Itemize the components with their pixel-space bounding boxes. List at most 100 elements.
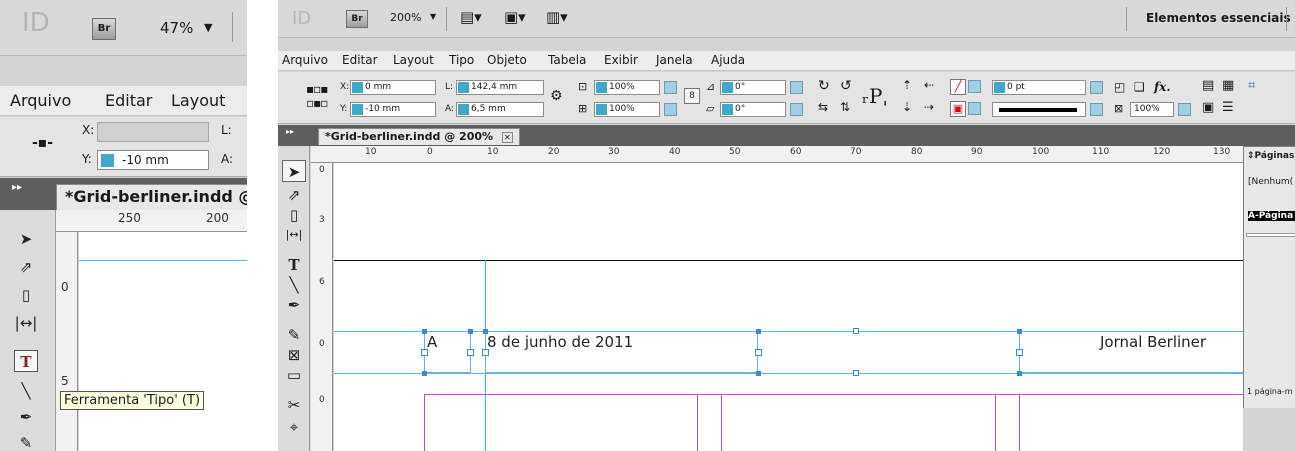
y-field[interactable]: -10 mm [97, 150, 209, 170]
selection-handle[interactable] [467, 349, 474, 356]
selection-handle[interactable] [482, 349, 489, 356]
menu-editar[interactable]: Editar [342, 53, 378, 67]
scale-x-field[interactable]: 100% [594, 80, 660, 95]
document-tab[interactable]: *Grid-berliner.indd @ 200% ✕ [318, 128, 520, 145]
panel-divider[interactable] [1246, 233, 1295, 237]
selection-handle[interactable] [1017, 371, 1022, 376]
spinner-icon[interactable] [722, 82, 733, 93]
panel-collapse-icon[interactable]: ▸▸ [12, 182, 22, 193]
stroke-weight-dropdown[interactable] [1090, 81, 1103, 94]
flip-horizontal-icon[interactable]: ⇆ [818, 100, 828, 114]
select-next-icon[interactable]: ⇢ [924, 100, 934, 114]
panel-toggle-icon[interactable]: ⇕ [1244, 151, 1255, 161]
pen-tool-icon[interactable]: ✒ [282, 294, 306, 316]
selection-handle[interactable] [422, 329, 427, 334]
shear-dropdown[interactable] [790, 103, 803, 116]
fill-dropdown[interactable] [968, 80, 981, 93]
selection-handle[interactable] [468, 329, 473, 334]
horizontal-ruler[interactable]: 10 0 10 20 30 40 50 60 70 80 90 100 110 … [311, 146, 1243, 163]
frame-letter[interactable]: A [427, 333, 437, 351]
rectangle-frame-tool-icon[interactable]: ⊠ [282, 344, 306, 366]
stroke-dropdown[interactable] [968, 102, 981, 115]
selection-handle[interactable] [421, 349, 428, 356]
rotate-ccw-icon[interactable]: ↺ [840, 78, 852, 94]
selection-handle[interactable] [1017, 329, 1022, 334]
bridge-button[interactable]: Br [92, 18, 116, 40]
selection-handle[interactable] [422, 371, 427, 376]
spinner-icon[interactable] [458, 104, 469, 115]
bridge-button[interactable]: Br [346, 10, 368, 28]
spinner-icon[interactable] [352, 82, 363, 93]
selection-handle[interactable] [1016, 349, 1023, 356]
pen-tool-icon[interactable]: ✒ [14, 406, 38, 428]
chevron-down-icon[interactable]: ▼ [204, 21, 212, 34]
type-tool-icon[interactable]: T [282, 254, 306, 276]
menu-exibir[interactable]: Exibir [604, 53, 638, 67]
frame-fitting-icon[interactable]: ⌗ [1248, 78, 1255, 93]
opacity-field[interactable]: 100% [1130, 102, 1174, 117]
direct-selection-tool-icon[interactable]: ⇗ [282, 184, 306, 206]
menu-editar[interactable]: Editar [105, 91, 152, 110]
selection-handle[interactable] [853, 370, 859, 376]
reference-point-icon[interactable]: -▪- [32, 135, 53, 151]
pencil-tool-icon[interactable]: ✎ [14, 432, 38, 451]
menu-objeto[interactable]: Objeto [487, 53, 527, 67]
type-tool-icon[interactable]: T [14, 350, 38, 372]
view-options-icon[interactable]: ▤▾ [460, 8, 482, 26]
shear-field[interactable]: 0° [720, 102, 786, 117]
menu-layout[interactable]: Layout [171, 91, 225, 110]
line-tool-icon[interactable]: ╲ [282, 274, 306, 296]
constrain-scale-icon[interactable]: 8 [684, 88, 700, 104]
arrange-documents-icon[interactable]: ▥▾ [546, 8, 568, 26]
spinner-icon[interactable] [352, 104, 363, 115]
select-previous-icon[interactable]: ⇠ [924, 78, 934, 92]
fill-swatch-icon[interactable]: ╱ [950, 79, 966, 95]
master-page-a[interactable]: A-Página [1248, 211, 1295, 221]
menu-janela[interactable]: Janela [656, 53, 693, 67]
workspace-switcher[interactable]: Elementos essenciais [1146, 11, 1291, 25]
chevron-down-icon[interactable]: ▼ [430, 12, 436, 21]
selection-handle[interactable] [755, 349, 762, 356]
selection-handle[interactable] [756, 371, 761, 376]
rectangle-tool-icon[interactable]: ▭ [282, 364, 306, 386]
selection-handle[interactable] [756, 329, 761, 334]
panel-collapse-icon[interactable]: ▸▸ [286, 127, 294, 136]
effects-button[interactable]: fx. [1154, 80, 1171, 94]
issue-date[interactable]: 8 de junho de 2011 [487, 333, 633, 351]
menu-tipo[interactable]: Tipo [449, 53, 474, 67]
stroke-weight-field[interactable]: 0 pt [992, 80, 1086, 95]
stroke-type-field[interactable] [992, 102, 1086, 117]
flip-vertical-icon[interactable]: ⇅ [840, 100, 850, 114]
spinner-icon[interactable] [101, 154, 114, 167]
reference-p-icon[interactable]: ᵣPˌ [862, 84, 888, 108]
page-tool-icon[interactable]: ▯ [14, 284, 38, 306]
gap-tool-icon[interactable]: |↔| [282, 224, 306, 246]
horizontal-ruler[interactable]: 250 200 [56, 210, 247, 232]
scale-y-dropdown[interactable] [664, 103, 677, 116]
stroke-swatch-icon[interactable]: ▣ [950, 101, 966, 117]
constrain-proportions-icon[interactable]: ⚙ [550, 88, 563, 104]
align-left-icon[interactable]: ▤ [1202, 78, 1214, 93]
vertical-ruler[interactable]: 0 5 [56, 232, 78, 451]
width-field[interactable]: 142,4 mm [456, 80, 544, 95]
page-canvas[interactable] [79, 232, 247, 451]
scale-y-field[interactable]: 100% [594, 102, 660, 117]
stroke-type-dropdown[interactable] [1090, 103, 1103, 116]
select-content-icon[interactable]: ⇣ [902, 100, 912, 114]
y-field[interactable]: -10 mm [350, 102, 436, 117]
scale-x-dropdown[interactable] [664, 81, 677, 94]
selection-tool-icon[interactable]: ➤ [14, 228, 38, 250]
distribute-icon[interactable]: ▣ [1202, 100, 1214, 115]
x-field[interactable]: 0 mm [350, 80, 436, 95]
spinner-icon[interactable] [596, 104, 607, 115]
screen-mode-icon[interactable]: ▣▾ [504, 8, 526, 26]
rotate-cw-icon[interactable]: ↻ [818, 78, 830, 94]
vertical-ruler[interactable]: 0 3 6 0 0 [311, 163, 333, 451]
selection-handle[interactable] [483, 329, 488, 334]
shadow-icon[interactable]: ❑ [1134, 80, 1145, 94]
x-field[interactable] [97, 122, 209, 142]
align-bottom-icon[interactable]: ☰ [1222, 100, 1234, 115]
opacity-dropdown[interactable] [1178, 103, 1191, 116]
menu-arquivo[interactable]: Arquivo [10, 91, 71, 110]
direct-selection-tool-icon[interactable]: ⇗ [14, 256, 38, 278]
